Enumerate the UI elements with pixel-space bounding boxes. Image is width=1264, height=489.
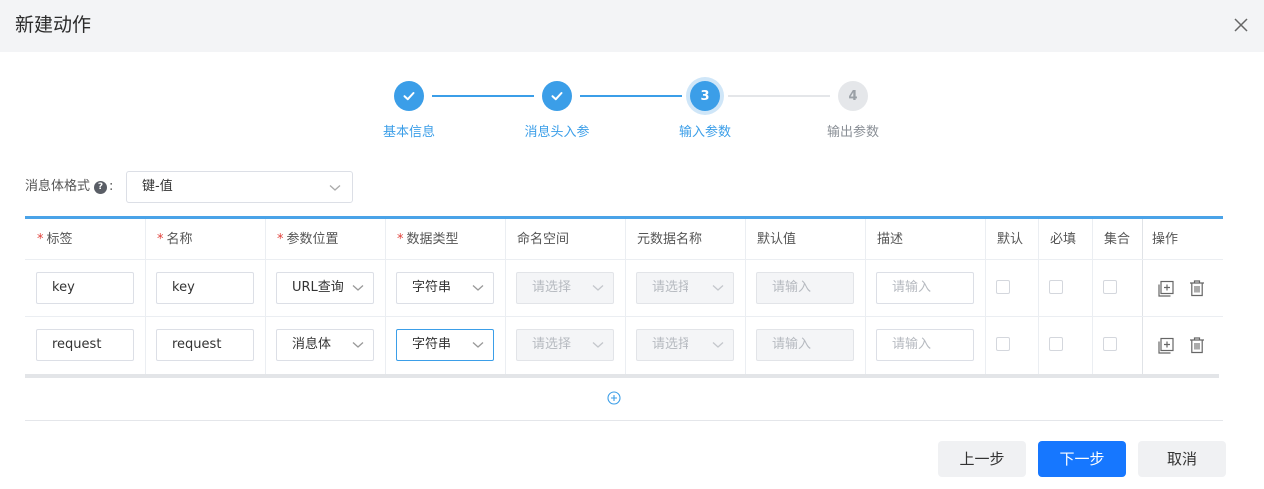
position-select-value: URL查询参数 (292, 280, 344, 295)
dialog-title: 新建动作 (15, 14, 92, 36)
format-select-value: 键-值 (142, 179, 173, 194)
collection-checkbox[interactable] (1103, 337, 1117, 351)
add-row-icon[interactable] (607, 391, 621, 405)
trash-icon[interactable] (1188, 336, 1206, 354)
chevron-down-icon (472, 285, 484, 291)
next-step-button[interactable]: 下一步 (1038, 441, 1126, 477)
step-1-check-icon (394, 81, 424, 111)
header-name: * 名称 (157, 232, 193, 247)
collection-checkbox[interactable] (1103, 280, 1117, 294)
label-input[interactable]: key (36, 272, 134, 304)
namespace-select-placeholder: 请选择 (532, 337, 572, 352)
header-is-default: 默认 (997, 232, 1024, 247)
format-colon: : (109, 179, 114, 194)
data-type-select[interactable]: 字符串 (396, 272, 494, 304)
footer-divider (25, 420, 1223, 421)
trash-icon[interactable] (1188, 279, 1206, 297)
format-label-text: 消息体格式 (25, 179, 91, 194)
meta-name-select-placeholder: 请选择 (652, 280, 688, 295)
default-checkbox[interactable] (996, 337, 1010, 351)
step-2-check-icon (542, 81, 572, 111)
header-description: 描述 (877, 232, 904, 247)
step-4-label: 输出参数 (826, 125, 879, 140)
namespace-select-placeholder: 请选择 (532, 280, 572, 295)
add-child-icon[interactable] (1157, 337, 1175, 355)
namespace-select[interactable]: 请选择 (516, 329, 614, 361)
header-data-type: * 数据类型 (397, 232, 459, 247)
chevron-down-icon (329, 185, 341, 191)
row-divider (25, 316, 1223, 317)
chevron-down-icon (712, 285, 724, 291)
position-select[interactable]: URL查询参数 (276, 272, 374, 304)
label-input[interactable]: request (36, 329, 134, 361)
meta-name-select[interactable]: 请选择 (636, 272, 734, 304)
data-type-select-value: 字符串 (412, 337, 452, 352)
chevron-down-icon (472, 342, 484, 348)
data-type-select-value: 字符串 (412, 280, 452, 295)
position-select[interactable]: 消息体 (276, 329, 374, 361)
data-type-select[interactable]: 字符串 (396, 329, 494, 361)
cancel-button[interactable]: 取消 (1138, 441, 1226, 477)
prev-step-button[interactable]: 上一步 (938, 441, 1026, 477)
step-2-label: 消息头入参 (524, 125, 590, 140)
header-label: * 标签 (37, 232, 73, 247)
chevron-down-icon (352, 285, 364, 291)
namespace-select[interactable]: 请选择 (516, 272, 614, 304)
description-input[interactable]: 请输入 (876, 329, 974, 361)
step-3-number: 3 (690, 81, 720, 111)
default-value-input[interactable]: 请输入 (756, 272, 854, 304)
add-child-icon[interactable] (1157, 280, 1175, 298)
meta-name-select[interactable]: 请选择 (636, 329, 734, 361)
format-select[interactable]: 键-值 (126, 171, 353, 203)
step-3-label: 输入参数 (678, 125, 731, 140)
step-connector-1 (432, 95, 534, 97)
step-connector-2 (580, 95, 682, 97)
required-checkbox[interactable] (1049, 337, 1063, 351)
header-operations: 操作 (1152, 232, 1179, 247)
position-select-value: 消息体 (292, 337, 332, 352)
default-value-input[interactable]: 请输入 (756, 329, 854, 361)
chevron-down-icon (592, 285, 604, 291)
meta-name-select-placeholder: 请选择 (652, 337, 688, 352)
step-connector-3 (728, 95, 830, 97)
chevron-down-icon (352, 342, 364, 348)
name-input[interactable]: key (156, 272, 254, 304)
chevron-down-icon (712, 342, 724, 348)
header-meta-name: 元数据名称 (637, 232, 703, 247)
format-label: 消息体格式 ? : (25, 179, 113, 195)
dialog-header: 新建动作 (0, 0, 1264, 52)
header-default-value: 默认值 (757, 232, 797, 247)
description-input[interactable]: 请输入 (876, 272, 974, 304)
step-4-number: 4 (838, 81, 868, 111)
header-collection: 集合 (1104, 232, 1131, 247)
required-checkbox[interactable] (1049, 280, 1063, 294)
header-position: * 参数位置 (277, 232, 339, 247)
help-icon[interactable]: ? (94, 180, 108, 194)
name-input[interactable]: request (156, 329, 254, 361)
chevron-down-icon (592, 342, 604, 348)
header-namespace: 命名空间 (517, 232, 570, 247)
step-1-label: 基本信息 (382, 125, 435, 140)
table-scrollbar[interactable] (25, 374, 1219, 378)
default-checkbox[interactable] (996, 280, 1010, 294)
header-required: 必填 (1050, 232, 1077, 247)
close-icon[interactable] (1232, 16, 1250, 34)
